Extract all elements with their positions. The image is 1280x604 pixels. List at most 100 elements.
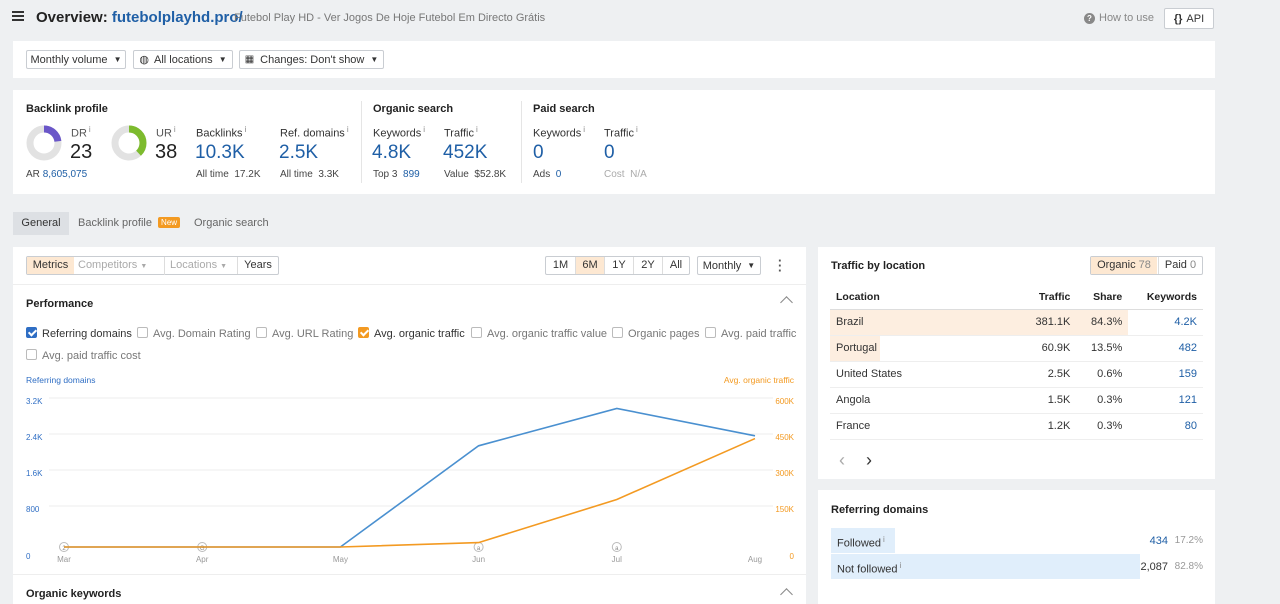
paid-traffic-value[interactable]: 0 (604, 142, 615, 164)
location-cell: Angola (830, 387, 1020, 414)
keywords-cell[interactable]: 482 (1128, 335, 1203, 362)
paid-keywords-value[interactable]: 0 (533, 142, 544, 164)
referring-domain-count: 2,087 (1140, 561, 1168, 573)
tab-competitors[interactable]: Competitors ▼ (78, 257, 147, 275)
granularity-dropdown[interactable]: Monthly ▼ (697, 256, 761, 275)
table-row[interactable]: Portugal 60.9K 13.5% 482 (830, 335, 1203, 362)
checkbox-avg-organic-traffic-value[interactable]: Avg. organic traffic value (471, 327, 607, 340)
referring-domain-pct: 17.2% (1174, 535, 1203, 546)
how-to-use-label: How to use (1099, 12, 1155, 24)
checkbox-organic-pages[interactable]: Organic pages (612, 327, 700, 340)
right-tick-label: 300K (775, 469, 794, 478)
volume-label: Monthly volume (30, 53, 108, 66)
keywords-cell[interactable]: 4.2K (1128, 309, 1203, 336)
table-row[interactable]: France 1.2K 0.3% 80 (830, 413, 1203, 440)
org-keywords-value[interactable]: 4.8K (372, 142, 411, 164)
ar-row: AR 8,605,075 (26, 169, 88, 180)
refdomains-value[interactable]: 2.5K (279, 142, 318, 164)
changes-dropdown[interactable]: ▦ Changes: Don't show ▼ (239, 50, 384, 69)
column-header[interactable]: Keywords (1128, 285, 1203, 310)
x-tick-label: Aug (748, 555, 762, 564)
ar-value[interactable]: 8,605,075 (43, 169, 88, 180)
range-6m[interactable]: 6M (575, 257, 604, 274)
divider (13, 574, 806, 575)
traffic-cell: 1.5K (1020, 387, 1077, 414)
toggle-organic[interactable]: Organic 78 (1091, 257, 1157, 274)
checkbox-avg-url-rating[interactable]: Avg. URL Rating (256, 327, 353, 340)
range-1y[interactable]: 1Y (604, 257, 633, 274)
refdomains-alltime: All time 3.3K (280, 169, 339, 180)
table-row[interactable]: Brazil 381.1K 84.3% 4.2K (830, 309, 1203, 336)
checkbox-label: Avg. organic traffic (374, 328, 465, 340)
divider (13, 284, 806, 285)
checkbox-avg-paid-traffic-cost[interactable]: Avg. paid traffic cost (26, 349, 141, 362)
checkbox-avg-domain-rating[interactable]: Avg. Domain Rating (137, 327, 251, 340)
how-to-use-link[interactable]: ? How to use (1084, 12, 1154, 24)
location-table: Location Traffic Share Keywords Brazil 381.1… (830, 285, 1203, 440)
new-badge: New (158, 217, 181, 228)
performance-title: Performance (26, 298, 94, 310)
series-line-avg-organic-traffic (64, 437, 756, 548)
keywords-cell[interactable]: 80 (1128, 413, 1203, 440)
checkbox-label: Avg. Domain Rating (153, 328, 251, 340)
column-header[interactable]: Share (1076, 285, 1129, 310)
checkbox-label: Avg. organic traffic value (487, 328, 608, 340)
performance-chart: Referring domains Avg. organic traffic 0 0 8… (26, 375, 795, 564)
refdomains-label: Ref. domains i (280, 125, 349, 140)
more-options-icon[interactable]: · · · (778, 254, 782, 277)
share-cell: 0.3% (1076, 413, 1129, 440)
domain-link[interactable]: futebolplayhd.pro/ (112, 9, 243, 26)
checkbox-label: Avg. paid traffic (721, 328, 797, 340)
checkbox-avg-paid-traffic[interactable]: Avg. paid traffic (705, 327, 796, 340)
table-header: Location Traffic Share Keywords (830, 285, 1203, 310)
left-axis-label: Referring domains (26, 375, 95, 385)
keywords-cell[interactable]: 159 (1128, 361, 1203, 388)
backlink-profile-heading: Backlink profile (26, 103, 108, 115)
checkbox-label: Avg. paid traffic cost (42, 350, 141, 362)
traffic-by-location-title: Traffic by location (831, 260, 926, 272)
checkbox-label: Organic pages (628, 328, 700, 340)
menu-icon[interactable] (12, 11, 24, 21)
api-button[interactable]: {} API (1164, 8, 1214, 29)
next-page-button[interactable]: › (866, 450, 872, 471)
referring-domain-count[interactable]: 434 (1150, 535, 1168, 547)
range-2y[interactable]: 2Y (633, 257, 662, 274)
org-value: Value $52.8K (444, 169, 507, 180)
keywords-cell[interactable]: 121 (1128, 387, 1203, 414)
location-cell: United States (830, 361, 1020, 388)
tab-locations[interactable]: Locations ▼ (164, 257, 227, 275)
table-row[interactable]: Angola 1.5K 0.3% 121 (830, 387, 1203, 414)
tab-years[interactable]: Years (237, 257, 278, 274)
left-tick-label: 1.6K (26, 469, 43, 478)
checkbox-avg-organic-traffic[interactable]: Avg. organic traffic (358, 327, 465, 340)
range-all[interactable]: All (662, 257, 689, 274)
series-line-referring-domains (64, 407, 756, 548)
tab-backlink-profile[interactable]: Backlink profile New (78, 217, 181, 229)
backlinks-value[interactable]: 10.3K (195, 142, 245, 164)
tab-metrics[interactable]: Metrics (27, 257, 74, 274)
paid-ads: Ads 0 (533, 169, 562, 180)
prev-page-button[interactable]: ‹ (839, 450, 845, 471)
x-tick-label: Apr (196, 555, 209, 564)
column-header[interactable]: Location (830, 285, 1020, 310)
volume-dropdown[interactable]: Monthly volume ▼ (26, 50, 126, 69)
tab-general[interactable]: General (13, 212, 69, 235)
title-prefix: Overview: (36, 9, 108, 26)
share-cell: 84.3% (1076, 309, 1129, 336)
locations-dropdown[interactable]: ◍ All locations ▼ (133, 50, 233, 69)
range-1m[interactable]: 1M (546, 257, 575, 274)
globe-icon: ◍ (139, 54, 149, 66)
caret-down-icon: ▼ (747, 261, 756, 270)
caret-down-icon: ▼ (370, 55, 379, 64)
checkbox-box (137, 327, 148, 338)
toggle-paid[interactable]: Paid 0 (1158, 257, 1202, 274)
checkbox-label: Referring domains (42, 328, 132, 340)
right-tick-label: 0 (790, 552, 795, 561)
locations-label: All locations (153, 53, 213, 66)
table-row[interactable]: United States 2.5K 0.6% 159 (830, 361, 1203, 388)
traffic-cell: 381.1K (1020, 309, 1077, 336)
column-header[interactable]: Traffic (1020, 285, 1077, 310)
tab-organic-search[interactable]: Organic search (194, 217, 269, 229)
checkbox-referring-domains[interactable]: Referring domains (26, 327, 132, 340)
org-traffic-value[interactable]: 452K (443, 142, 487, 164)
